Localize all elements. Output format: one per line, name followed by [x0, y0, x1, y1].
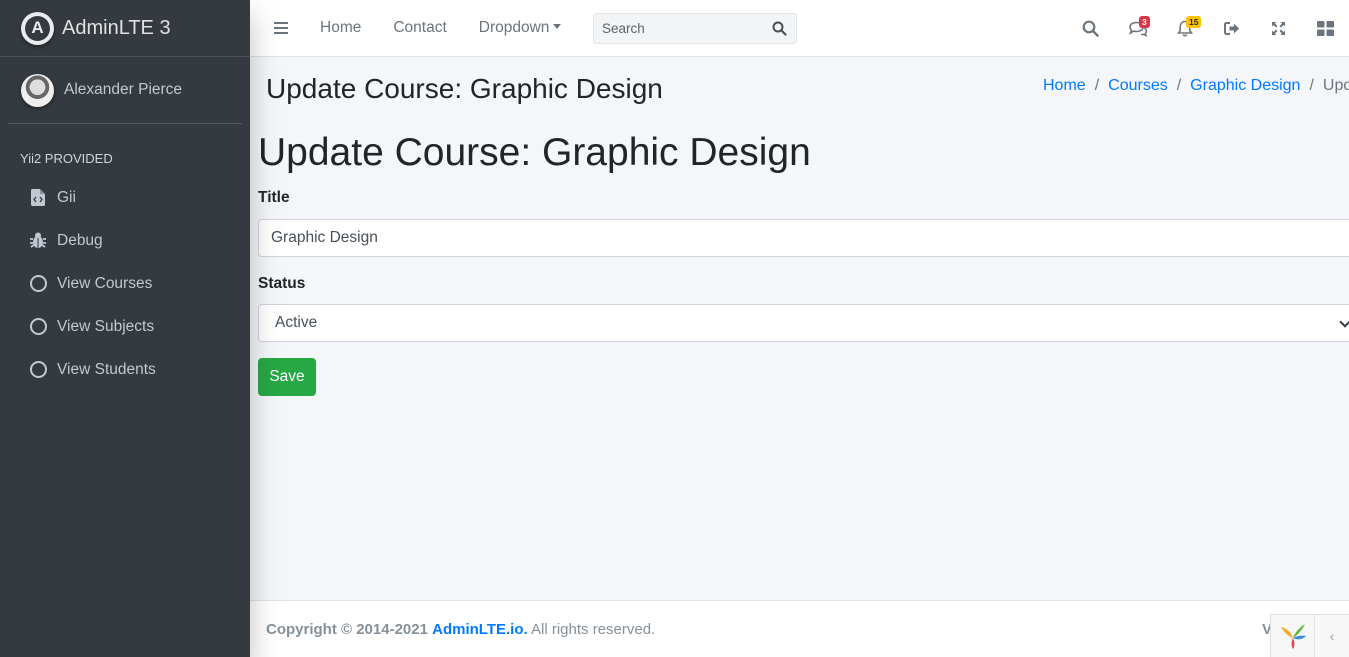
user-avatar	[21, 73, 54, 107]
content-header: Update Course: Graphic Design Home / Cou…	[250, 57, 1349, 120]
breadcrumb-separator: /	[1309, 77, 1314, 94]
breadcrumb-separator: /	[1176, 77, 1182, 94]
breadcrumb: Home / Courses / Graphic Design / Update	[1043, 77, 1349, 95]
sidebar-item-label: Debug	[57, 231, 103, 249]
sidebar-item-view-subjects[interactable]: View Subjects	[0, 305, 250, 348]
chevron-down-icon	[1339, 316, 1349, 328]
breadcrumb-home[interactable]: Home	[1043, 77, 1086, 95]
search-toggle[interactable]	[1067, 0, 1114, 57]
page-header-title: Update Course: Graphic Design	[266, 73, 663, 104]
search-icon	[1082, 20, 1099, 37]
notifications-badge: 15	[1186, 16, 1202, 28]
navbar-search	[593, 13, 797, 44]
top-navbar: Home Contact Dropdown 3 15	[250, 0, 1349, 57]
status-select[interactable]: Active	[258, 304, 1349, 342]
bug-icon	[29, 232, 47, 250]
user-name[interactable]: Alexander Pierce	[64, 81, 182, 99]
footer-suffix: All rights reserved.	[531, 620, 656, 638]
status-select-value: Active	[275, 314, 318, 331]
navbar-right: 3 15	[1067, 0, 1349, 57]
sidebar-item-label: View Students	[57, 360, 156, 378]
yii-logo-icon[interactable]	[1271, 615, 1315, 657]
logout-button[interactable]	[1208, 0, 1255, 57]
breadcrumb-courses[interactable]: Courses	[1108, 77, 1168, 95]
save-button[interactable]: Save	[258, 358, 316, 396]
user-panel[interactable]: Alexander Pierce	[8, 57, 242, 124]
sidebar-item-label: View Courses	[57, 274, 153, 292]
control-sidebar-button[interactable]	[1302, 0, 1349, 57]
status-label: Status	[258, 275, 306, 292]
breadcrumb-active: Update	[1322, 77, 1349, 94]
circle-icon	[29, 318, 47, 336]
main-footer: Copyright © 2014-2021 AdminLTE.io. All r…	[250, 600, 1349, 657]
sidebar-item-label: Gii	[57, 188, 76, 206]
brand-logo-icon: A	[21, 11, 54, 45]
search-icon	[772, 21, 787, 36]
sidebar-item-view-students[interactable]: View Students	[0, 348, 250, 391]
page-title: Update Course: Graphic Design	[258, 131, 811, 174]
nav-link-home[interactable]: Home	[320, 19, 361, 37]
content-wrapper: Update Course: Graphic Design Home / Cou…	[250, 57, 1349, 600]
title-label: Title	[258, 189, 290, 206]
chevron-left-icon[interactable]: ‹	[1315, 628, 1349, 644]
circle-icon	[29, 275, 47, 293]
footer-copyright-prefix: Copyright © 2014-2021	[266, 620, 428, 638]
sidebar-item-label: View Subjects	[57, 317, 155, 335]
footer-link[interactable]: AdminLTE.io.	[432, 621, 528, 638]
brand-link[interactable]: A AdminLTE 3	[0, 0, 250, 57]
yii-debug-toolbar[interactable]: ‹	[1270, 614, 1349, 657]
brand-logo-letter: A	[25, 15, 50, 41]
footer-copyright: Copyright © 2014-2021 AdminLTE.io. All r…	[266, 621, 655, 638]
circle-icon	[29, 361, 47, 379]
file-code-icon	[29, 189, 47, 207]
messages-badge: 3	[1139, 16, 1150, 28]
messages-dropdown[interactable]: 3	[1114, 0, 1161, 57]
breadcrumb-separator: /	[1094, 77, 1100, 94]
brand-text: AdminLTE 3	[62, 16, 171, 39]
nav-dropdown[interactable]: Dropdown	[479, 19, 562, 37]
sidebar-item-view-courses[interactable]: View Courses	[0, 262, 250, 305]
sidebar-item-debug[interactable]: Debug	[0, 219, 250, 262]
main-sidebar: A AdminLTE 3 Alexander Pierce Yii2 PROVI…	[0, 0, 250, 657]
nav-header: Yii2 PROVIDED	[20, 151, 113, 166]
sidebar-item-gii[interactable]: Gii	[0, 176, 250, 219]
title-input[interactable]	[258, 219, 1349, 257]
sign-out-icon	[1223, 22, 1239, 35]
menu-toggle-icon[interactable]	[274, 22, 288, 34]
expand-arrows-icon	[1272, 22, 1285, 35]
fullscreen-button[interactable]	[1255, 0, 1302, 57]
th-large-icon	[1317, 21, 1334, 36]
caret-down-icon	[553, 24, 562, 29]
nav-dropdown-label: Dropdown	[478, 19, 550, 36]
breadcrumb-graphic-design[interactable]: Graphic Design	[1190, 77, 1300, 95]
nav-link-contact[interactable]: Contact	[393, 19, 446, 37]
search-button[interactable]	[764, 14, 794, 43]
search-input[interactable]	[594, 21, 764, 36]
notifications-dropdown[interactable]: 15	[1161, 0, 1208, 57]
